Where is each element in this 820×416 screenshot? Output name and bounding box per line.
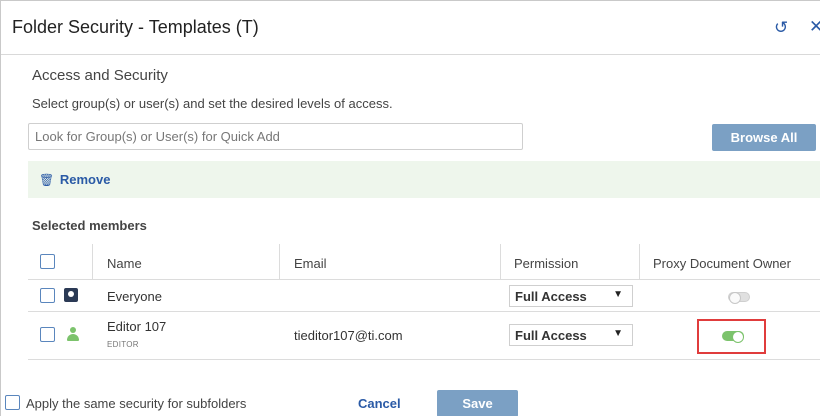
permission-select[interactable]: Full Access ▼	[509, 285, 633, 307]
column-divider	[500, 244, 501, 280]
column-header-name: Name	[107, 256, 142, 271]
remove-button[interactable]: 🗑 Remove	[39, 172, 110, 187]
member-role: EDITOR	[107, 340, 139, 349]
member-email: tieditor107@ti.com	[294, 328, 403, 343]
member-name: Everyone	[107, 289, 162, 304]
instructions-text: Select group(s) or user(s) and set the d…	[32, 96, 393, 111]
permission-value: Full Access	[515, 328, 587, 343]
column-divider	[639, 244, 640, 280]
save-button[interactable]: Save	[437, 390, 518, 416]
caret-down-icon: ▼	[613, 328, 623, 339]
close-icon[interactable]: ✕	[809, 18, 820, 36]
permission-value: Full Access	[515, 289, 587, 304]
permission-select[interactable]: Full Access ▼	[509, 324, 633, 346]
browse-all-button[interactable]: Browse All	[712, 124, 816, 151]
row-checkbox[interactable]	[40, 288, 55, 303]
apply-subfolders-checkbox[interactable]	[5, 395, 20, 410]
column-divider	[279, 244, 280, 280]
refresh-icon[interactable]: ↺	[774, 19, 792, 37]
column-header-proxy-owner: Proxy Document Owner	[653, 256, 791, 271]
apply-subfolders-label: Apply the same security for subfolders	[26, 396, 247, 411]
select-all-checkbox[interactable]	[40, 254, 55, 269]
action-bar: 🗑 Remove	[28, 161, 820, 198]
table-header-row: Name Email Permission Proxy Document Own…	[28, 244, 820, 280]
member-name: Editor 107	[107, 319, 167, 334]
quick-add-search-input[interactable]	[28, 123, 523, 150]
row-checkbox[interactable]	[40, 327, 55, 342]
table-row: Everyone Full Access ▼	[28, 280, 820, 312]
caret-down-icon: ▼	[613, 289, 623, 300]
highlight-annotation	[697, 319, 766, 354]
column-header-email: Email	[294, 256, 327, 271]
dialog-title: Folder Security - Templates (T)	[12, 17, 259, 37]
column-divider	[92, 244, 93, 280]
user-icon	[66, 327, 80, 341]
column-header-permission: Permission	[514, 256, 579, 271]
group-icon	[64, 288, 78, 302]
folder-security-dialog: Folder Security - Templates (T) ↺ ✕ Acce…	[0, 0, 820, 416]
trash-icon: 🗑	[39, 173, 55, 187]
cancel-button[interactable]: Cancel	[358, 396, 401, 411]
remove-label: Remove	[59, 172, 111, 187]
proxy-owner-toggle[interactable]	[728, 292, 750, 304]
section-title: Access and Security	[32, 67, 168, 84]
dialog-header: Folder Security - Templates (T) ↺ ✕	[1, 1, 820, 55]
selected-members-title: Selected members	[32, 218, 147, 233]
